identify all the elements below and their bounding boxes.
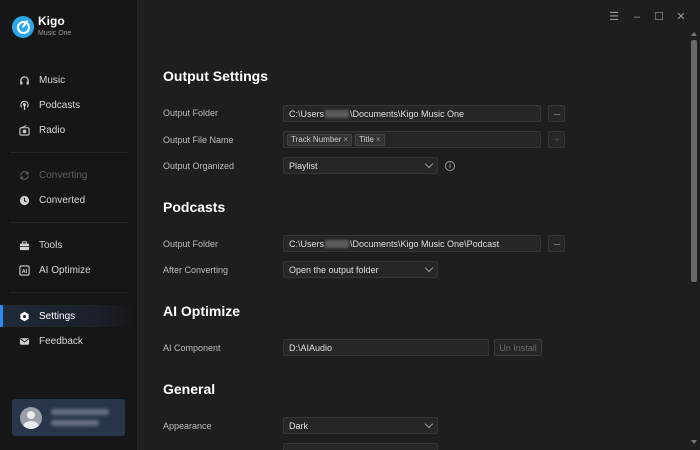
sidebar-item-label: Feedback <box>39 335 83 347</box>
remove-tag-icon[interactable]: × <box>376 135 381 144</box>
path-suffix: \Documents\Kigo Music One <box>350 108 465 119</box>
converting-icon <box>18 169 30 181</box>
sidebar-item-ai-optimize[interactable]: AI AI Optimize <box>0 259 137 281</box>
app-name: Kigo <box>38 14 65 28</box>
section-title-podcasts: Podcasts <box>163 199 226 215</box>
sidebar-divider <box>10 152 128 153</box>
path-suffix: \Documents\Kigo Music One\Podcast <box>350 238 500 249</box>
section-title-output-settings: Output Settings <box>163 68 268 84</box>
appearance-select[interactable]: Dark <box>283 417 438 434</box>
remove-tag-icon[interactable]: × <box>343 135 348 144</box>
browse-podcast-folder-button[interactable]: ··· <box>548 235 565 252</box>
ai-component-path-field[interactable]: D:\AIAudio <box>283 339 489 356</box>
brand: Kigo Music One <box>12 14 71 39</box>
svg-text:AI: AI <box>21 268 27 274</box>
after-converting-select[interactable]: Open the output folder <box>283 261 438 278</box>
ai-icon: AI <box>18 264 30 276</box>
sidebar-item-label: Tools <box>39 239 63 251</box>
scrollbar-thumb[interactable] <box>691 40 697 282</box>
output-folder-label: Output Folder <box>163 108 219 118</box>
redacted-username <box>325 239 350 248</box>
radio-icon <box>18 124 30 136</box>
path-value: D:\AIAudio <box>289 342 333 353</box>
sidebar-item-label: Settings <box>39 310 76 322</box>
sidebar-item-label: Converting <box>39 169 88 181</box>
sidebar-item-label: Radio <box>39 124 66 136</box>
path-prefix: C:\Users <box>289 108 325 119</box>
chevron-down-icon <box>424 419 434 429</box>
podcast-output-folder-label: Output Folder <box>163 239 219 249</box>
sidebar-item-music[interactable]: Music <box>0 69 137 91</box>
mail-icon <box>18 335 30 347</box>
podcast-output-folder-field[interactable]: C:\Users \Documents\Kigo Music One\Podca… <box>283 235 541 252</box>
podcast-icon <box>18 99 30 111</box>
sidebar-item-tools[interactable]: Tools <box>0 234 137 256</box>
close-button[interactable]: ✕ <box>674 10 688 24</box>
select-value: Open the output folder <box>289 264 379 275</box>
clock-icon <box>18 194 30 206</box>
select-value: Playlist <box>289 160 318 171</box>
output-organized-label: Output Organized <box>163 161 235 171</box>
sidebar: Kigo Music One Music Podcasts Radio Conv… <box>0 0 138 450</box>
browse-output-folder-button[interactable]: ··· <box>548 105 565 122</box>
headphones-icon <box>18 74 30 86</box>
output-file-name-label: Output File Name <box>163 135 234 145</box>
select-value: Dark <box>289 420 309 431</box>
gear-icon <box>18 310 30 322</box>
sidebar-item-radio[interactable]: Radio <box>0 119 137 141</box>
output-file-name-field[interactable]: Track Number × Title × <box>283 131 541 148</box>
output-organized-select[interactable]: Playlist <box>283 157 438 174</box>
output-folder-field[interactable]: C:\Users \Documents\Kigo Music One <box>283 105 541 122</box>
menu-icon[interactable]: ☰ <box>607 10 621 24</box>
sidebar-divider <box>10 292 128 293</box>
sidebar-item-label: AI Optimize <box>39 264 91 276</box>
chevron-down-icon <box>424 159 434 169</box>
tag-title[interactable]: Title × <box>355 133 385 146</box>
tag-track-number[interactable]: Track Number × <box>287 133 353 146</box>
sidebar-item-label: Converted <box>39 194 86 206</box>
tag-label: Track Number <box>291 135 342 144</box>
scroll-down-arrow-icon[interactable] <box>691 440 697 444</box>
sidebar-divider <box>10 222 128 223</box>
minimize-button[interactable]: – <box>630 10 644 24</box>
redacted-username <box>325 109 350 118</box>
section-title-ai-optimize: AI Optimize <box>163 303 241 319</box>
sidebar-item-feedback[interactable]: Feedback <box>0 330 137 352</box>
ai-component-label: AI Component <box>163 343 221 353</box>
kigo-logo-icon <box>12 15 34 38</box>
after-converting-label: After Converting <box>163 265 229 275</box>
sidebar-item-label: Podcasts <box>39 99 81 111</box>
tag-label: Title <box>359 135 374 144</box>
info-icon[interactable]: i <box>445 161 455 171</box>
section-title-general: General <box>163 381 216 397</box>
user-account-card[interactable] <box>12 399 125 436</box>
path-prefix: C:\Users <box>289 238 325 249</box>
scrollbar[interactable] <box>690 32 698 444</box>
sidebar-item-converting[interactable]: Converting <box>0 164 137 186</box>
sidebar-item-settings[interactable]: Settings <box>0 305 137 327</box>
next-select-partial[interactable] <box>283 443 438 450</box>
toolbox-icon <box>18 239 30 251</box>
maximize-button[interactable]: ☐ <box>652 10 666 24</box>
uninstall-button[interactable]: Un Install <box>494 339 542 356</box>
sidebar-item-label: Music <box>39 74 66 86</box>
add-tag-button[interactable]: + <box>548 131 565 148</box>
sidebar-item-podcasts[interactable]: Podcasts <box>0 94 137 116</box>
sidebar-item-converted[interactable]: Converted <box>0 189 137 211</box>
scroll-up-arrow-icon[interactable] <box>691 32 697 36</box>
chevron-down-icon <box>424 263 434 273</box>
user-info-redacted <box>51 409 109 426</box>
app-subtitle: Music One <box>38 30 72 37</box>
avatar <box>20 406 42 429</box>
appearance-label: Appearance <box>163 421 212 431</box>
